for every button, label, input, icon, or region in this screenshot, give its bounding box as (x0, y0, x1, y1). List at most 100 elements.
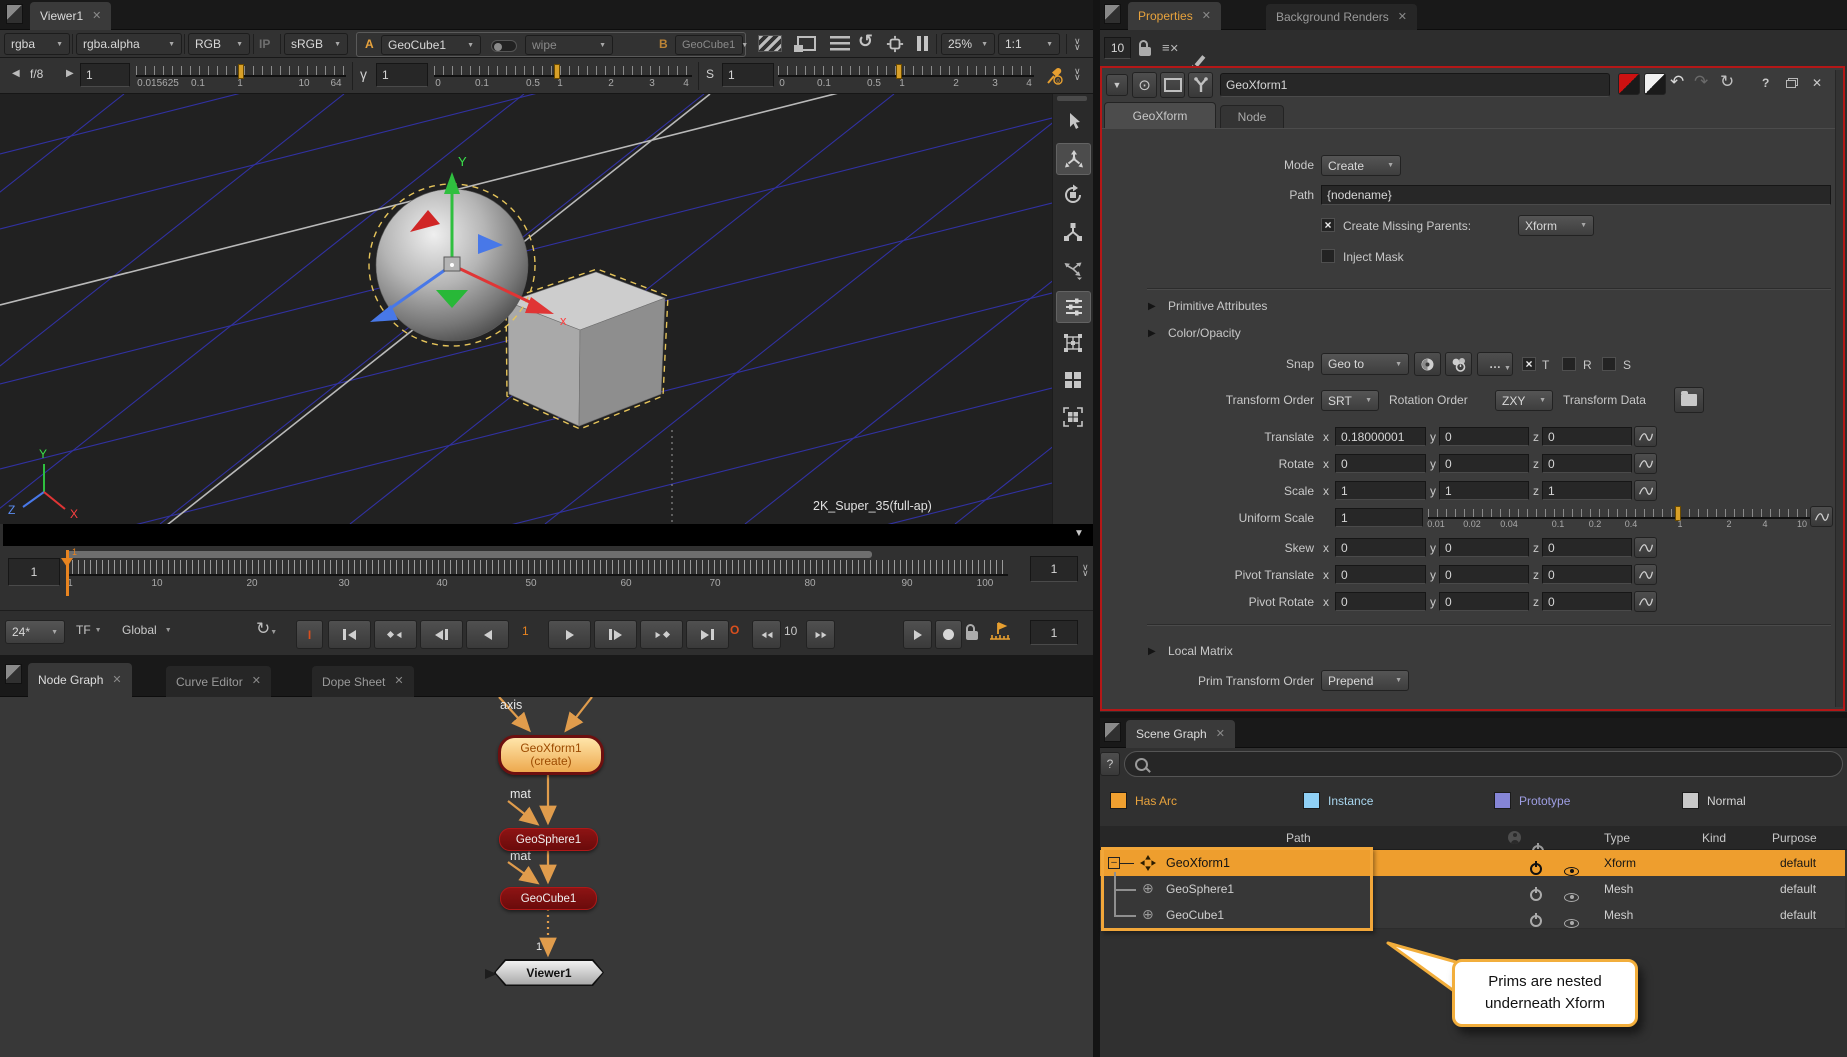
tab-geoxform[interactable]: GeoXform (1104, 102, 1216, 128)
rotation-order-select[interactable]: ZXY▼ (1495, 390, 1553, 411)
select-tool-icon[interactable] (1056, 106, 1089, 136)
pivot-translate-z-input[interactable]: 0 (1542, 565, 1632, 584)
edge-mat-to-cube[interactable] (508, 862, 536, 882)
goto-start-button[interactable] (328, 620, 371, 649)
skew-x-input[interactable]: 0 (1335, 538, 1426, 557)
path-input[interactable]: {nodename} (1321, 185, 1831, 205)
crop-frame-tool-icon[interactable] (1056, 402, 1089, 432)
gain-input[interactable]: 1 (80, 63, 130, 87)
viewer-lut-select[interactable]: sRGB▼ (284, 33, 348, 55)
range-start-input[interactable]: 1 (8, 558, 60, 586)
jump-forward-button[interactable] (806, 620, 835, 649)
input-a-select[interactable]: GeoCube1▼ (381, 35, 481, 55)
viewport-3d[interactable]: Y x Y Z X 2K_Super_35(full-ap) (0, 94, 1052, 524)
max-panels-input[interactable]: 10 (1104, 37, 1131, 59)
next-keyframe-button[interactable] (640, 620, 683, 649)
transform-data-folder-button[interactable] (1674, 387, 1704, 413)
rotate-animation-button[interactable] (1634, 453, 1657, 474)
local-matrix-label[interactable]: Local Matrix (1168, 644, 1233, 658)
cornerpin-tool-icon[interactable] (1056, 328, 1089, 358)
pivot-rotate-y-input[interactable]: 0 (1439, 592, 1529, 611)
rotate-y-input[interactable]: 0 (1439, 454, 1529, 473)
saturation-input[interactable]: 1 (722, 63, 774, 87)
node-color-swatch[interactable] (1618, 73, 1640, 95)
snap-translate-icon-button[interactable] (1414, 352, 1441, 376)
tab-curve-editor[interactable]: Curve Editor✕ (166, 666, 271, 697)
snap-options-button[interactable]: …▼ (1477, 352, 1513, 376)
skew-z-input[interactable]: 0 (1542, 538, 1632, 557)
disclosure-icon[interactable]: ▶ (1148, 328, 1156, 339)
snap-r-checkbox[interactable] (1562, 357, 1576, 371)
pivot-rotate-animation-button[interactable] (1634, 591, 1657, 612)
step-back-button[interactable] (420, 620, 463, 649)
node-graph-pane[interactable]: axis mat mat 1 GeoXform1 (create) GeoSph… (0, 697, 1093, 1057)
playback-frame-input[interactable]: 1 (1030, 620, 1078, 645)
play-forward-button[interactable] (548, 620, 591, 649)
flipbook-play-button[interactable] (903, 620, 932, 649)
tab-background-renders[interactable]: Background Renders ✕ (1266, 4, 1417, 30)
node-viewer1[interactable]: Viewer1 (494, 959, 604, 986)
redo-icon[interactable]: ↷ (1694, 72, 1708, 92)
disclosure-icon[interactable]: ▶ (1148, 646, 1156, 657)
rotate-tool-icon[interactable] (1056, 180, 1089, 210)
node-name-input[interactable]: GeoXform1 (1220, 73, 1610, 97)
panel-collapse-button[interactable]: ▼ (1106, 74, 1128, 96)
scale-x-input[interactable]: 1 (1335, 481, 1426, 500)
column-purpose[interactable]: Purpose (1772, 831, 1817, 845)
loop-mode-icon[interactable]: ↻▼ (256, 619, 277, 639)
frame-step-value[interactable]: 10 (784, 624, 797, 638)
info-bar-expand-icon[interactable]: ▼ (1074, 528, 1084, 539)
sliders-tool-icon[interactable] (1056, 291, 1091, 323)
node-geoxform1[interactable]: GeoXform1 (create) (498, 735, 604, 775)
goto-end-button[interactable] (686, 620, 729, 649)
pause-icon[interactable] (917, 36, 928, 51)
close-icon[interactable]: ✕ (1398, 12, 1407, 23)
pane-drag-handle[interactable] (5, 664, 22, 684)
inject-mask-checkbox[interactable] (1321, 249, 1335, 263)
proxy-mode-icon[interactable] (794, 36, 816, 52)
tab-scene-graph[interactable]: Scene Graph ✕ (1126, 720, 1235, 748)
alpha-channel-select[interactable]: rgba.alpha▼ (76, 33, 182, 55)
close-icon[interactable]: ✕ (394, 676, 403, 687)
row-visibility-icon[interactable] (1564, 893, 1579, 902)
wrench-icon[interactable] (1188, 72, 1213, 98)
input-process-toggle[interactable]: IP (259, 37, 270, 51)
geocube-object[interactable] (506, 269, 668, 429)
node-geocube1[interactable]: GeoCube1 (500, 887, 597, 910)
playhead-flag[interactable] (61, 558, 73, 567)
tab-node-graph[interactable]: Node Graph✕ (28, 663, 132, 697)
scale-y-input[interactable]: 1 (1439, 481, 1529, 500)
pivot-rotate-x-input[interactable]: 0 (1335, 592, 1426, 611)
tab-properties[interactable]: Properties ✕ (1128, 2, 1221, 30)
range-mode-select[interactable]: Global▼ (122, 623, 172, 637)
translate-y-input[interactable]: 0 (1439, 427, 1529, 446)
wipe-mode-select[interactable]: wipe▼ (525, 35, 613, 55)
display-channels-select[interactable]: RGB▼ (188, 33, 250, 55)
snap-all-icon-button[interactable] (1445, 352, 1472, 376)
uniform-scale-input[interactable]: 1 (1335, 508, 1423, 527)
close-icon[interactable]: ✕ (1202, 11, 1211, 22)
rotate-z-input[interactable]: 0 (1542, 454, 1632, 473)
lock-range-icon[interactable] (966, 631, 978, 640)
tab-viewer1[interactable]: Viewer1 ✕ (30, 2, 111, 30)
pivot-rotate-z-input[interactable]: 0 (1542, 592, 1632, 611)
close-all-panels-icon[interactable]: ≡✕ (1162, 40, 1179, 55)
wipe-toggle[interactable] (491, 40, 517, 52)
scale-tool-icon[interactable] (1056, 217, 1089, 247)
layer-select[interactable]: rgba▼ (4, 33, 70, 55)
rotate-x-input[interactable]: 0 (1335, 454, 1426, 473)
more-options-icon[interactable]: ∨∨ (1074, 38, 1081, 50)
translate-z-input[interactable]: 0 (1542, 427, 1632, 446)
float-panel-icon[interactable] (1786, 78, 1798, 88)
row-visibility-icon[interactable] (1564, 919, 1579, 928)
timeline-zoom-bar[interactable] (66, 551, 872, 558)
tab-dope-sheet[interactable]: Dope Sheet✕ (312, 666, 414, 697)
snap-s-checkbox[interactable] (1602, 357, 1616, 371)
refresh-icon[interactable]: ↺ (858, 31, 873, 52)
gain-slider[interactable]: 0.015625 0.1 1 10 64 (136, 66, 346, 77)
scanline-icon[interactable] (830, 36, 850, 52)
help-icon[interactable]: ? (1762, 76, 1769, 90)
translate-tool-icon[interactable] (1056, 143, 1091, 175)
prev-keyframe-button[interactable] (374, 620, 417, 649)
edge-input-2[interactable] (567, 697, 592, 729)
